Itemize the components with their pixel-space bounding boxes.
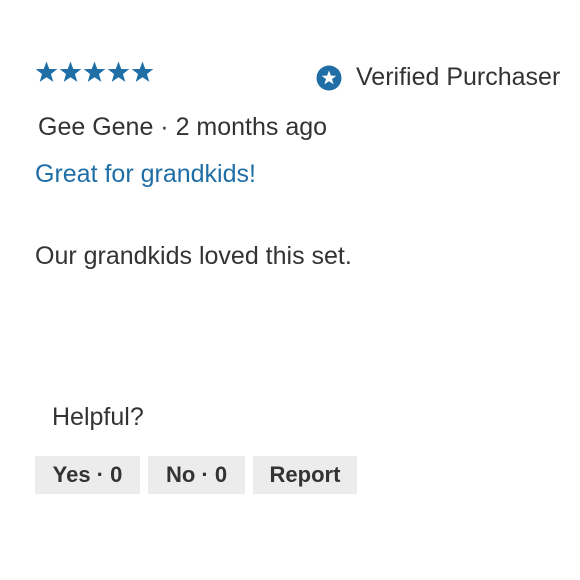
star-icon [131, 61, 154, 83]
helpful-yes-button[interactable]: Yes · 0 [35, 456, 140, 494]
verified-star-badge-icon [316, 65, 342, 91]
review-body: Our grandkids loved this set. [35, 242, 352, 270]
star-icon [83, 61, 106, 83]
star-icon [35, 61, 58, 83]
report-button[interactable]: Report [253, 456, 357, 494]
helpful-prompt: Helpful? [52, 403, 144, 431]
helpful-no-button[interactable]: No · 0 [148, 456, 245, 494]
star-icon [107, 61, 130, 83]
star-icon [59, 61, 82, 83]
feedback-actions: Yes · 0 No · 0 Report [35, 456, 357, 494]
star-rating [35, 61, 154, 83]
review-title: Great for grandkids! [35, 160, 256, 188]
review-meta: Gee Gene · 2 months ago [38, 113, 328, 141]
verified-purchaser-label: Verified Purchaser [356, 63, 561, 91]
verified-purchaser-badge: Verified Purchaser [316, 63, 570, 92]
review-card: Verified Purchaser Gee Gene · 2 months a… [0, 0, 580, 580]
